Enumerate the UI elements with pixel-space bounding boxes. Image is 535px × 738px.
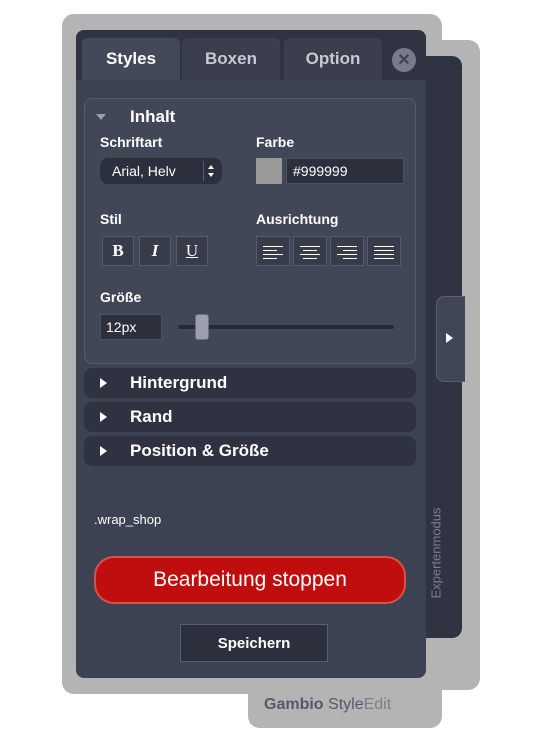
underline-button[interactable]: U [176, 236, 208, 266]
chevron-down-icon[interactable] [96, 114, 106, 120]
size-label: Größe [100, 289, 142, 305]
tab-styles[interactable]: Styles [82, 38, 180, 80]
size-slider-thumb[interactable] [194, 314, 209, 340]
color-swatch[interactable] [256, 158, 282, 184]
close-icon[interactable]: ✕ [392, 48, 416, 72]
align-left-icon[interactable] [256, 236, 290, 266]
expert-mode-label-wrap: Expertenmodus [426, 488, 446, 618]
section-hintergrund[interactable]: Hintergrund [84, 368, 416, 398]
style-label: Stil [100, 211, 122, 227]
section-rand[interactable]: Rand [84, 402, 416, 432]
align-center-icon[interactable] [293, 236, 327, 266]
inhalt-title[interactable]: Inhalt [130, 107, 175, 127]
bold-button[interactable]: B [102, 236, 134, 266]
expert-mode-toggle[interactable] [436, 296, 465, 382]
chevron-right-icon [100, 378, 107, 388]
italic-button[interactable]: I [139, 236, 171, 266]
expert-mode-label: Expertenmodus [428, 507, 444, 599]
element-selector: .wrap_shop [94, 512, 162, 527]
size-field[interactable]: 12px [100, 314, 162, 340]
select-arrows-icon [203, 161, 218, 181]
arrow-right-icon [446, 333, 453, 343]
stop-editing-button[interactable]: Bearbeitung stoppen [94, 556, 406, 604]
color-field[interactable]: #999999 [286, 158, 404, 184]
color-label: Farbe [256, 134, 295, 150]
section-hintergrund-label: Hintergrund [130, 373, 228, 392]
tab-boxen[interactable]: Boxen [182, 38, 280, 80]
font-label: Schriftart [100, 134, 163, 150]
font-select[interactable]: Arial, Helv [100, 158, 222, 184]
section-position-groesse[interactable]: Position & Größe [84, 436, 416, 466]
section-rand-label: Rand [130, 407, 173, 426]
font-select-value: Arial, Helv [112, 163, 176, 179]
brand-logo: Gambio StyleEdit [264, 696, 392, 713]
size-slider-track[interactable] [178, 325, 394, 329]
chevron-right-icon [100, 412, 107, 422]
align-right-icon[interactable] [330, 236, 364, 266]
align-label: Ausrichtung [256, 211, 339, 227]
align-justify-icon[interactable] [367, 236, 401, 266]
save-button[interactable]: Speichern [180, 624, 328, 662]
tab-option[interactable]: Option [284, 38, 382, 80]
chevron-right-icon [100, 446, 107, 456]
section-position-groesse-label: Position & Größe [130, 441, 269, 460]
style-edit-panel: Styles Boxen Option ✕ Inhalt Schriftart … [76, 30, 426, 678]
